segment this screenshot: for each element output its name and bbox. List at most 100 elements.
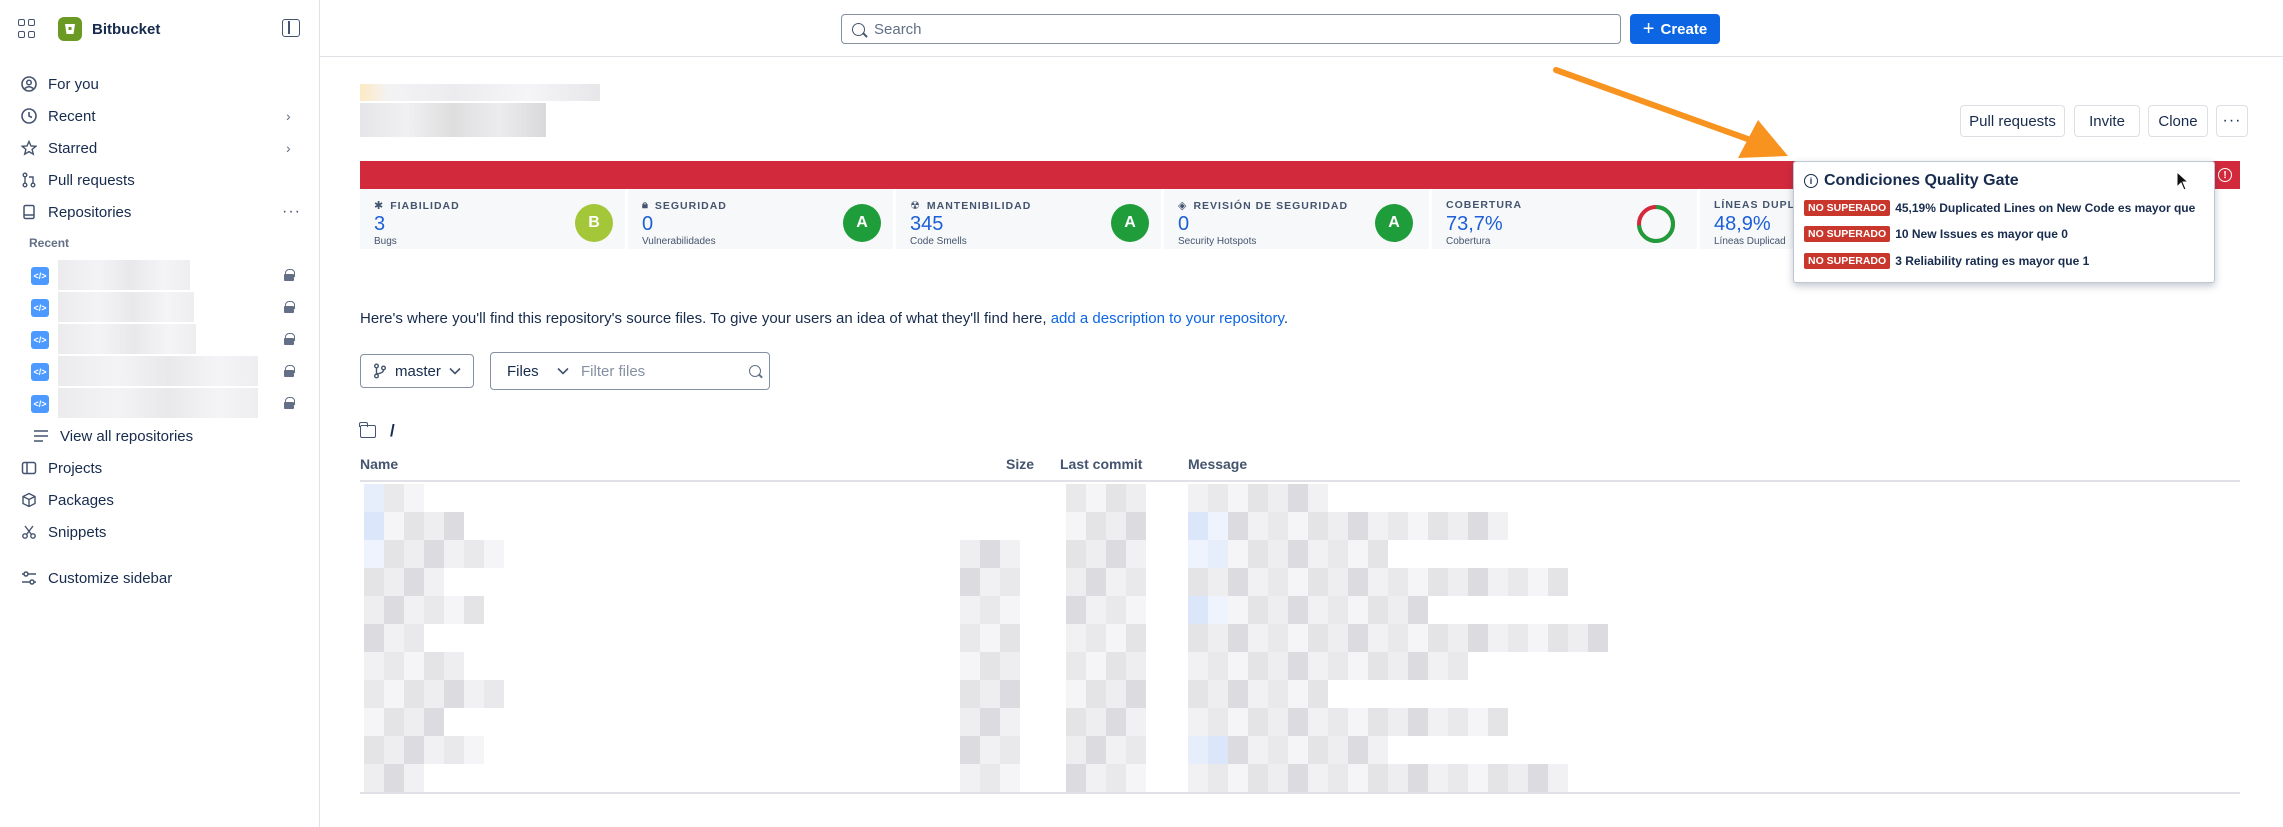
- redacted-cell: [960, 568, 980, 596]
- redacted-cell: [1066, 680, 1086, 708]
- redacted-cell: [1288, 596, 1308, 624]
- sidebar-item-recent[interactable]: Recent ›: [0, 100, 320, 132]
- redacted-cell: [1126, 596, 1146, 624]
- metric-label: FIABILIDAD: [390, 199, 460, 212]
- warning-icon[interactable]: !: [2218, 168, 2232, 182]
- branch-icon: [374, 363, 386, 379]
- redacted-cell: [1228, 540, 1248, 568]
- redacted-cell: [1208, 708, 1228, 736]
- pull-requests-button[interactable]: Pull requests: [1960, 105, 2065, 137]
- search-input[interactable]: Search: [841, 14, 1621, 44]
- shield-check-icon: ◈: [1178, 200, 1188, 212]
- column-size[interactable]: Size: [1006, 456, 1034, 472]
- add-description-link[interactable]: add a description to your repository: [1051, 310, 1284, 327]
- table-row[interactable]: [360, 708, 2240, 736]
- view-all-repositories[interactable]: View all repositories: [0, 420, 320, 452]
- redacted-cell: [1388, 708, 1408, 736]
- redacted-cell: [1288, 512, 1308, 540]
- metric-label: LÍNEAS DUPL: [1714, 199, 1796, 211]
- metric-sublabel: Bugs: [374, 236, 397, 247]
- file-type-select[interactable]: Files: [491, 363, 581, 380]
- code-icon: </>: [31, 267, 49, 285]
- column-last-commit[interactable]: Last commit: [1060, 456, 1142, 472]
- redacted-cell: [1348, 708, 1368, 736]
- metric-security-review[interactable]: ◈ REVISIÓN DE SEGURIDAD 0 Security Hotspo…: [1164, 189, 1429, 249]
- redacted-cell: [1086, 736, 1106, 764]
- table-row[interactable]: [360, 568, 2240, 596]
- redacted-cell: [444, 652, 464, 680]
- bitbucket-logo[interactable]: [58, 17, 82, 41]
- customize-sidebar[interactable]: Customize sidebar: [0, 562, 320, 594]
- table-row[interactable]: [360, 680, 2240, 708]
- table-row[interactable]: [360, 596, 2240, 624]
- redacted-cell: [1408, 512, 1428, 540]
- recent-repo-item[interactable]: </>: [26, 388, 306, 418]
- sidebar-item-starred[interactable]: Starred ›: [0, 132, 320, 164]
- redacted-cell: [1308, 596, 1328, 624]
- list-icon: [32, 427, 50, 445]
- branch-selector[interactable]: master: [360, 354, 474, 388]
- column-message[interactable]: Message: [1188, 456, 1247, 472]
- recent-repo-item[interactable]: </>: [26, 292, 306, 322]
- metric-reliability[interactable]: ✱ FIABILIDAD 3 Bugs B: [360, 189, 625, 249]
- recent-repo-item[interactable]: </>: [26, 324, 306, 354]
- app-switcher-icon[interactable]: [18, 19, 38, 39]
- table-row[interactable]: [360, 484, 2240, 512]
- more-icon[interactable]: ···: [282, 203, 301, 221]
- redacted-cell: [1086, 484, 1106, 512]
- redacted-cell: [1208, 652, 1228, 680]
- redacted-cell: [1228, 568, 1248, 596]
- sidebar-item-pull-requests[interactable]: Pull requests: [0, 164, 320, 196]
- metric-label: COBERTURA: [1446, 199, 1523, 211]
- quality-condition: NO SUPERADO 3 Reliability rating es mayo…: [1804, 253, 2089, 269]
- redacted-cell: [384, 596, 404, 624]
- column-name[interactable]: Name: [360, 456, 398, 472]
- collapse-sidebar-icon[interactable]: [282, 19, 300, 37]
- redacted-cell: [384, 540, 404, 568]
- redacted-cell: [1126, 568, 1146, 596]
- redacted-cell: [1106, 484, 1126, 512]
- redacted-cell: [364, 736, 384, 764]
- redacted-cell: [1106, 764, 1126, 792]
- redacted-cell: [980, 624, 1000, 652]
- sidebar-item-projects[interactable]: Projects: [0, 452, 320, 484]
- sidebar-item-packages[interactable]: Packages: [0, 484, 320, 516]
- redacted-cell: [424, 736, 444, 764]
- recent-repo-item[interactable]: </>: [26, 260, 306, 290]
- redacted-cell: [1328, 652, 1348, 680]
- table-row[interactable]: [360, 512, 2240, 540]
- redacted-cell: [1388, 652, 1408, 680]
- redacted-cell: [424, 708, 444, 736]
- annotation-arrow: [1553, 67, 1788, 158]
- redacted-repo-name: [58, 356, 258, 386]
- breadcrumb-path: /: [359, 421, 395, 441]
- path-root[interactable]: /: [390, 421, 395, 441]
- sidebar-item-for-you[interactable]: For you: [0, 68, 320, 100]
- create-button[interactable]: + Create: [1630, 14, 1720, 44]
- table-row[interactable]: [360, 764, 2240, 792]
- description-text: Here's where you'll find this repository…: [360, 310, 1047, 327]
- clone-button[interactable]: Clone: [2148, 105, 2208, 137]
- grade-badge: B: [575, 204, 613, 242]
- sidebar-item-repositories[interactable]: Repositories ···: [0, 196, 320, 228]
- recent-repo-item[interactable]: </>: [26, 356, 306, 386]
- table-row[interactable]: [360, 652, 2240, 680]
- more-actions-button[interactable]: ···: [2216, 105, 2248, 137]
- table-row[interactable]: [360, 736, 2240, 764]
- redacted-cell: [1268, 540, 1288, 568]
- table-row[interactable]: [360, 624, 2240, 652]
- redacted-cell: [980, 736, 1000, 764]
- table-row[interactable]: [360, 540, 2240, 568]
- invite-button[interactable]: Invite: [2074, 105, 2140, 137]
- metric-coverage[interactable]: COBERTURA 73,7% Cobertura: [1432, 189, 1697, 249]
- repository-icon: [20, 203, 38, 221]
- filter-files-input[interactable]: Filter files: [581, 363, 645, 380]
- sidebar-item-label: Pull requests: [48, 171, 135, 189]
- redacted-cell: [1468, 708, 1488, 736]
- app-name[interactable]: Bitbucket: [92, 21, 160, 38]
- sidebar-item-snippets[interactable]: Snippets: [0, 516, 320, 548]
- metric-security[interactable]: 🔒︎ SEGURIDAD 0 Vulnerabilidades A: [628, 189, 893, 249]
- redacted-cell: [1368, 624, 1388, 652]
- metric-maintainability[interactable]: ☢︎ MANTENIBILIDAD 345 Code Smells A: [896, 189, 1161, 249]
- redacted-cell: [1348, 540, 1368, 568]
